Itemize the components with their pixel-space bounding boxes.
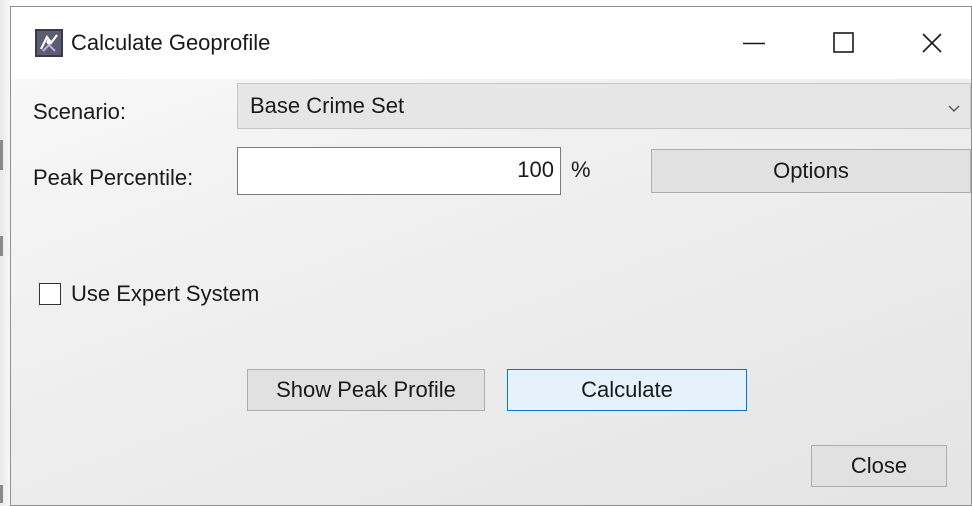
scenario-dropdown[interactable]: Base Crime Set	[237, 83, 971, 129]
minimize-button[interactable]	[719, 7, 789, 79]
maximize-icon	[833, 32, 855, 54]
chevron-down-icon	[948, 101, 960, 112]
options-button[interactable]: Options	[651, 149, 971, 193]
calculate-button[interactable]: Calculate	[507, 369, 747, 411]
peak-percentile-label: Peak Percentile:	[33, 165, 194, 190]
close-window-button[interactable]	[897, 7, 967, 79]
background-mark	[0, 236, 3, 256]
show-peak-profile-button[interactable]: Show Peak Profile	[247, 369, 485, 411]
peak-percentile-input[interactable]: 100	[237, 147, 561, 195]
scenario-label: Scenario:	[33, 99, 126, 124]
background-mark	[0, 485, 3, 503]
window-title: Calculate Geoprofile	[71, 30, 271, 55]
background-mark	[0, 140, 3, 170]
maximize-button[interactable]	[809, 7, 879, 79]
peak-percentile-value: 100	[517, 157, 554, 182]
close-icon	[921, 32, 943, 54]
scenario-selected-value: Base Crime Set	[250, 93, 405, 118]
minimize-icon	[743, 32, 765, 54]
geoprofile-app-icon	[35, 29, 63, 57]
use-expert-system-label[interactable]: Use Expert System	[71, 281, 259, 307]
use-expert-system-checkbox[interactable]	[39, 283, 61, 305]
calculate-geoprofile-dialog: Calculate Geoprofile Scenario: Base Crim…	[10, 6, 972, 506]
close-button[interactable]: Close	[811, 445, 947, 487]
title-bar[interactable]: Calculate Geoprofile	[11, 7, 971, 79]
percent-unit-label: %	[571, 157, 591, 182]
